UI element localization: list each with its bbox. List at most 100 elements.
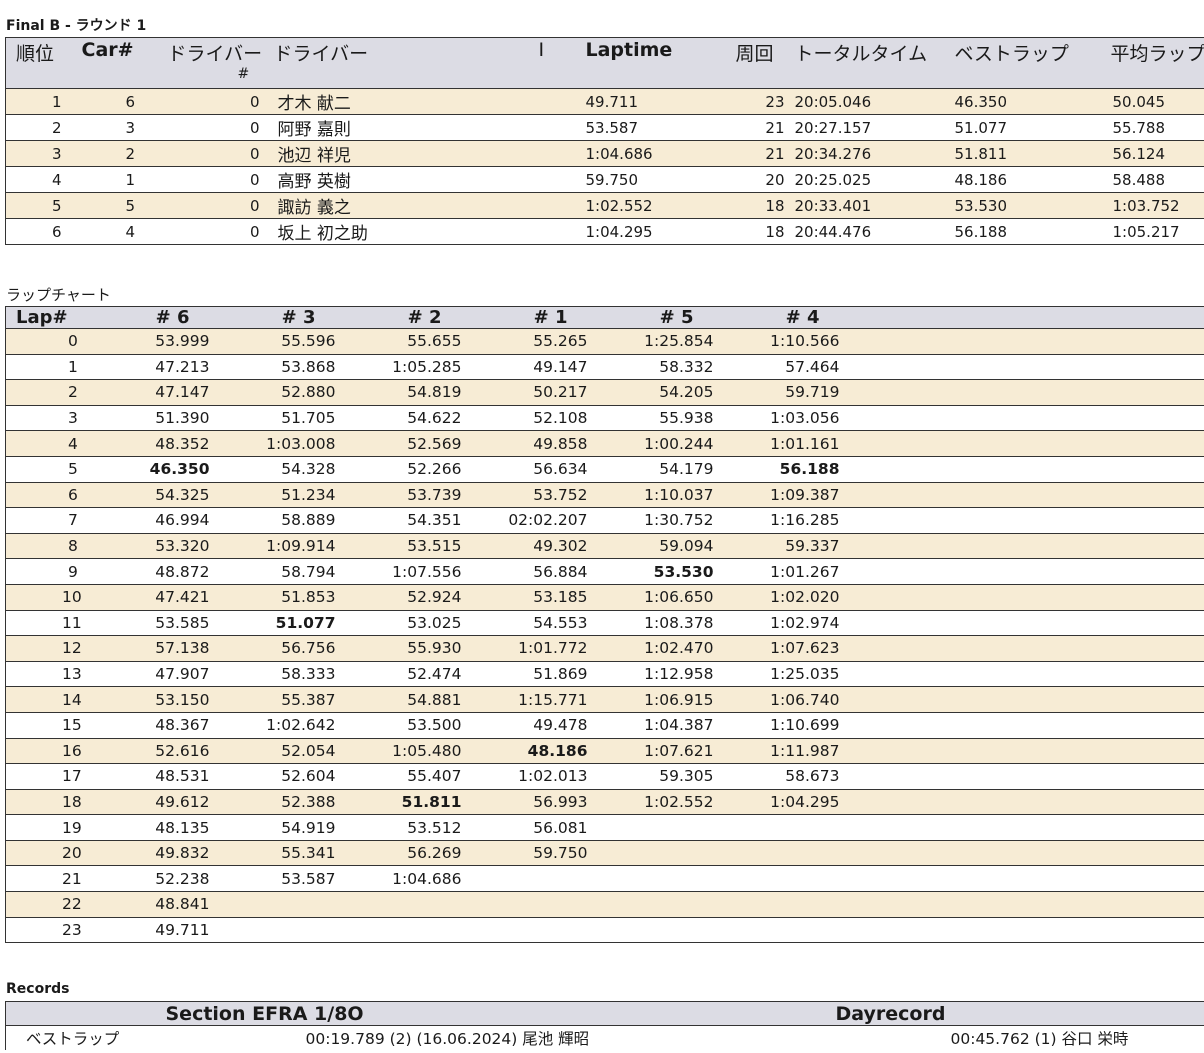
lap-header-car: # 1	[463, 306, 590, 329]
lap-chart-table: Lap# # 6 # 3 # 2 # 1 # 5 # 4 0 53.999 55.596 55.6…	[5, 306, 1204, 944]
records-row: ベストラップ 00:19.789 (2) (16.06.2024) 尾池 輝昭 …	[6, 1026, 1204, 1050]
result-driver: 阿野 嘉則	[265, 114, 521, 141]
lap-time: 54.328	[211, 456, 338, 483]
lap-header-car: # 2	[337, 306, 464, 329]
lap-row: 22 48.841	[5, 891, 1204, 918]
lap-time: 47.907	[135, 661, 212, 688]
lap-time: 1:08.378	[589, 610, 716, 637]
lap-time: 51.811	[337, 789, 464, 816]
result-avg: 1:03.752	[1110, 192, 1204, 219]
result-avg: 1:05.217	[1110, 218, 1204, 245]
lap-filler	[841, 789, 1204, 816]
lap-number: 1	[5, 354, 136, 381]
lap-time	[211, 917, 338, 944]
lap-time: 1:06.650	[589, 584, 716, 611]
lap-number: 6	[5, 482, 136, 509]
lap-time: 52.054	[211, 738, 338, 765]
header-car: Car#	[75, 37, 156, 89]
header-best: ベストラップ	[950, 37, 1111, 89]
lap-chart-header-row: Lap# # 6 # 3 # 2 # 1 # 5 # 4	[5, 306, 1204, 329]
lap-time: 52.266	[337, 456, 464, 483]
result-laps: 21	[735, 140, 791, 167]
lap-row: 14 53.150 55.387 54.881 1:15.771 1:06.915 1:06…	[5, 686, 1204, 713]
lap-time: 58.889	[211, 507, 338, 534]
lap-time: 1:01.267	[715, 558, 842, 585]
lap-time: 55.596	[211, 328, 338, 355]
lap-time: 49.302	[463, 533, 590, 560]
lap-time: 59.305	[589, 763, 716, 790]
result-best: 46.350	[950, 88, 1111, 115]
lap-time: 56.634	[463, 456, 590, 483]
result-spacer	[520, 166, 586, 193]
lap-row: 6 54.325 51.234 53.739 53.752 1:10.037 1:09.38…	[5, 482, 1204, 509]
result-avg: 58.488	[1110, 166, 1204, 193]
result-best: 48.186	[950, 166, 1111, 193]
lap-number: 22	[5, 891, 136, 918]
lap-time: 49.832	[135, 840, 212, 867]
lap-time: 1:05.480	[337, 738, 464, 765]
result-driver-num: 0	[155, 114, 266, 141]
lap-time: 48.186	[463, 738, 590, 765]
lap-time: 1:09.914	[211, 533, 338, 560]
lap-filler	[841, 507, 1204, 534]
lap-filler	[841, 712, 1204, 739]
lap-time	[337, 891, 464, 918]
result-laps: 21	[735, 114, 791, 141]
lap-time: 54.622	[337, 405, 464, 432]
result-row: 5 5 0 諏訪 義之 1:02.552 18 20:33.401 53.530 1:03.75…	[5, 192, 1204, 219]
result-driver: 諏訪 義之	[265, 192, 521, 219]
lap-filler	[841, 482, 1204, 509]
lap-time: 46.994	[135, 507, 212, 534]
header-driver-num-label: ドライバー	[167, 43, 263, 65]
header-driver-num-sub: #	[237, 66, 250, 82]
result-pos: 6	[5, 218, 76, 245]
result-driver: 才木 献二	[265, 88, 521, 115]
lap-time: 1:30.752	[589, 507, 716, 534]
lap-time: 51.705	[211, 405, 338, 432]
lap-time: 1:10.037	[589, 482, 716, 509]
lap-time: 46.350	[135, 456, 212, 483]
lap-time: 1:10.566	[715, 328, 842, 355]
lap-time: 1:02.470	[589, 635, 716, 662]
lap-time: 56.188	[715, 456, 842, 483]
lap-time: 1:01.772	[463, 635, 590, 662]
lap-time: 58.332	[589, 354, 716, 381]
lap-time: 55.387	[211, 686, 338, 713]
lap-time: 48.872	[135, 558, 212, 585]
result-total: 20:05.046	[790, 88, 951, 115]
result-avg: 50.045	[1110, 88, 1204, 115]
lap-number: 7	[5, 507, 136, 534]
lap-number: 18	[5, 789, 136, 816]
lap-time: 47.147	[135, 379, 212, 406]
header-laps: 周回	[735, 37, 791, 89]
result-row: 6 4 0 坂上 初之助 1:04.295 18 20:44.476 56.188 1:05.2…	[5, 218, 1204, 245]
result-total: 20:34.276	[790, 140, 951, 167]
result-laps: 20	[735, 166, 791, 193]
result-car: 5	[75, 192, 156, 219]
lap-number: 10	[5, 584, 136, 611]
result-laptime: 1:02.552	[585, 192, 736, 219]
lap-time: 53.515	[337, 533, 464, 560]
result-driver-num: 0	[155, 218, 266, 245]
lap-time	[715, 891, 842, 918]
lap-time: 02:02.207	[463, 507, 590, 534]
lap-time: 53.320	[135, 533, 212, 560]
lap-number: 19	[5, 814, 136, 841]
result-pos: 5	[5, 192, 76, 219]
lap-time: 57.138	[135, 635, 212, 662]
lap-time: 1:02.642	[211, 712, 338, 739]
lap-row: 8 53.320 1:09.914 53.515 49.302 59.094 59.337	[5, 533, 1204, 560]
lap-time	[715, 840, 842, 867]
header-driver-num: ドライバー #	[155, 37, 266, 89]
lap-row: 16 52.616 52.054 1:05.480 48.186 1:07.621 1:11…	[5, 738, 1204, 765]
result-row: 4 1 0 高野 英樹 59.750 20 20:25.025 48.186 58.488	[5, 166, 1204, 193]
lap-time: 1:12.958	[589, 661, 716, 688]
lap-time: 58.673	[715, 763, 842, 790]
lap-time: 53.868	[211, 354, 338, 381]
lap-time: 1:04.387	[589, 712, 716, 739]
lap-time: 53.752	[463, 482, 590, 509]
result-laptime: 1:04.686	[585, 140, 736, 167]
lap-time	[463, 865, 590, 893]
lap-time: 59.750	[463, 840, 590, 867]
result-laptime: 59.750	[585, 166, 736, 193]
